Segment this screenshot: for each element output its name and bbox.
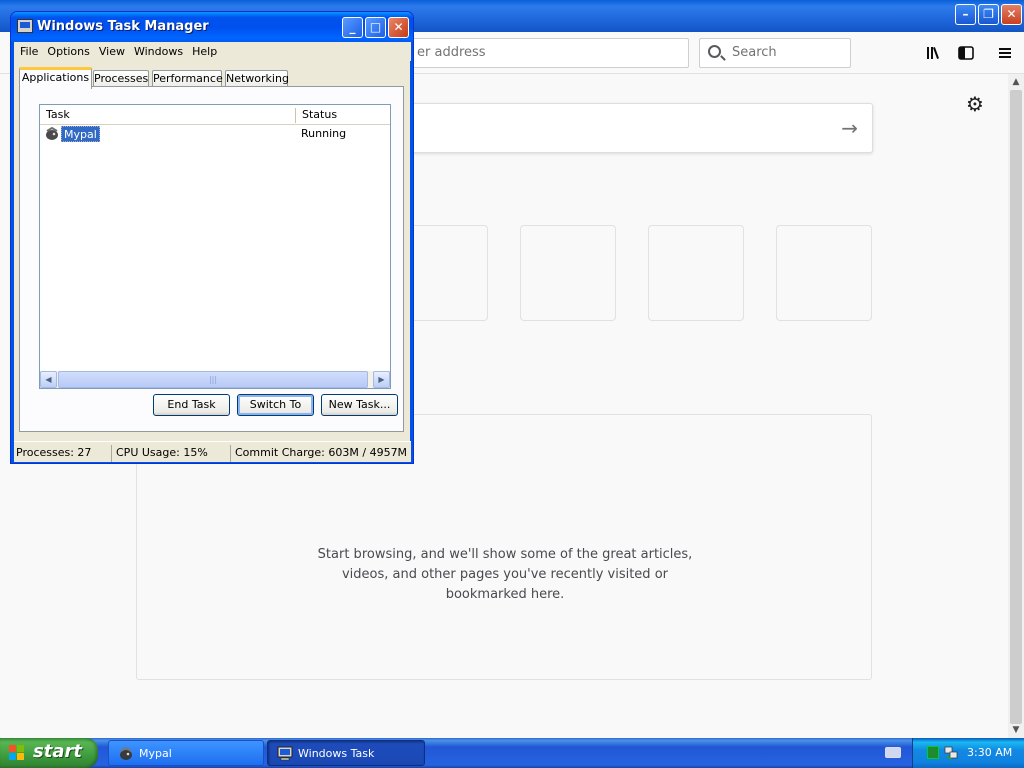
menu-windows[interactable]: Windows <box>130 42 187 61</box>
scroll-thumb[interactable]: ||| <box>58 371 368 388</box>
taskbar-item-task-manager[interactable]: Windows Task Manager <box>267 740 425 766</box>
top-site-tile[interactable] <box>648 225 744 321</box>
column-header-status[interactable]: Status <box>296 105 390 125</box>
status-commit: Commit Charge: 603M / 4957M <box>230 445 410 462</box>
status-processes: Processes: 27 <box>16 446 92 459</box>
menu-bar: File Options View Windows Help <box>15 42 411 61</box>
switch-to-button[interactable]: Switch To <box>237 394 314 416</box>
computer-icon <box>17 19 33 33</box>
top-site-tile[interactable] <box>776 225 872 321</box>
menu-icon[interactable] <box>996 44 1014 62</box>
system-tray: 3:30 AM <box>912 738 1024 768</box>
library-icon[interactable] <box>925 44 943 62</box>
taskbar-item-label: Windows Task Manager <box>298 747 375 760</box>
taskbar-item-mypal[interactable]: Mypal <box>108 740 264 766</box>
arrow-right-icon[interactable]: → <box>841 116 858 140</box>
status-bar: Processes: 27 CPU Usage: 15% Commit Char… <box>14 441 411 462</box>
browser-minimize-button[interactable]: – <box>955 4 976 25</box>
highlights-empty-message: Start browsing, and we'll show some of t… <box>137 545 873 605</box>
computer-icon <box>277 746 293 761</box>
window-title: Windows Task Manager <box>37 19 209 34</box>
search-icon <box>708 45 721 58</box>
highlights-text-line: bookmarked here. <box>445 587 565 602</box>
clock[interactable]: 3:30 AM <box>967 746 1012 759</box>
task-list[interactable]: Task Status Mypal Running ◀ ||| ▶ <box>39 104 391 389</box>
tray-app-icon[interactable] <box>927 746 939 759</box>
gear-icon[interactable]: ⚙ <box>966 92 984 116</box>
sidebar-icon[interactable] <box>957 44 975 62</box>
maximize-button[interactable]: □ <box>365 17 386 38</box>
menu-view[interactable]: View <box>95 42 129 61</box>
highlights-text-line: videos, and other pages you've recently … <box>341 567 668 582</box>
top-site-tile[interactable] <box>520 225 616 321</box>
start-button[interactable]: start <box>0 738 98 768</box>
browser-restore-button[interactable]: ❐ <box>978 4 999 25</box>
scroll-left-icon[interactable]: ◀ <box>40 371 57 388</box>
newtab-search-box[interactable]: → <box>400 103 873 153</box>
task-manager-titlebar[interactable]: Windows Task Manager _ □ ✕ <box>11 12 413 42</box>
scroll-down-icon[interactable]: ▼ <box>1008 722 1024 738</box>
table-row[interactable]: Mypal Running <box>40 126 390 143</box>
minimize-button[interactable]: _ <box>342 17 363 38</box>
task-manager-window: Windows Task Manager _ □ ✕ File Options Vi… <box>10 11 414 464</box>
browser-close-button[interactable]: ✕ <box>1001 4 1022 25</box>
search-placeholder: Search <box>732 45 777 60</box>
status-cpu: CPU Usage: 15% <box>111 445 228 462</box>
list-header: Task Status <box>40 105 390 125</box>
mypal-app-icon <box>120 746 132 760</box>
tab-applications[interactable]: Applications <box>19 67 92 89</box>
browser-vertical-scrollbar[interactable]: ▲ ▼ <box>1008 74 1024 738</box>
url-bar[interactable]: er address <box>380 38 689 68</box>
keyboard-icon[interactable] <box>885 747 901 758</box>
menu-options[interactable]: Options <box>43 42 93 61</box>
close-button[interactable]: ✕ <box>388 17 409 38</box>
menu-help[interactable]: Help <box>188 42 221 61</box>
scroll-thumb[interactable] <box>1010 90 1022 724</box>
task-status: Running <box>301 127 347 140</box>
network-icon[interactable] <box>944 746 958 760</box>
scroll-right-icon[interactable]: ▶ <box>373 371 390 388</box>
start-label: start <box>33 741 82 762</box>
taskbar-item-label: Mypal <box>139 747 172 760</box>
scroll-up-icon[interactable]: ▲ <box>1008 74 1024 90</box>
column-header-task[interactable]: Task <box>40 105 295 125</box>
end-task-button[interactable]: End Task <box>153 394 230 416</box>
task-name[interactable]: Mypal <box>61 126 100 142</box>
new-task-button[interactable]: New Task... <box>321 394 398 416</box>
horizontal-scrollbar[interactable]: ◀ ||| ▶ <box>40 371 390 388</box>
mypal-app-icon <box>46 127 58 140</box>
windows-logo-icon <box>9 745 25 761</box>
highlights-text-line: Start browsing, and we'll show some of t… <box>317 547 693 562</box>
taskbar: start Mypal Windows Task Manager 3:30 AM <box>0 738 1024 768</box>
menu-file[interactable]: File <box>16 42 42 61</box>
applications-panel: Task Status Mypal Running ◀ ||| ▶ End Ta… <box>19 86 404 432</box>
search-bar[interactable]: Search <box>699 38 851 68</box>
